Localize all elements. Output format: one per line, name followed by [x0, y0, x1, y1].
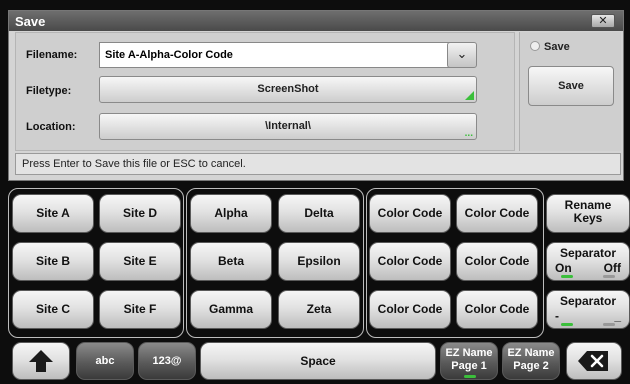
key-site-e[interactable]: Site E	[99, 242, 181, 281]
key-color-code-3[interactable]: Color Code	[369, 242, 451, 281]
chevron-down-icon: ⌄	[456, 46, 468, 61]
ez-page1-line1: EZ Name	[445, 347, 493, 359]
key-color-code-4[interactable]: Color Code	[456, 242, 538, 281]
key-site-b[interactable]: Site B	[12, 242, 94, 281]
numeric-label: 123@	[152, 355, 182, 367]
key-beta[interactable]: Beta	[190, 242, 272, 281]
save-dialog: Save ✕ Filename: Site A-Alpha-Color Code…	[8, 10, 624, 181]
ez-page1-line2: Page 1	[451, 360, 487, 372]
location-button[interactable]: \Internal\ ...	[99, 113, 477, 140]
filename-dropdown-button[interactable]: ⌄	[447, 42, 477, 68]
ez-name-page-1-button[interactable]: EZ Name Page 1	[440, 342, 498, 380]
filetype-value: ScreenShot	[257, 83, 319, 95]
key-site-a[interactable]: Site A	[12, 194, 94, 233]
numeric-symbol-button[interactable]: 123@	[138, 342, 196, 380]
key-alpha[interactable]: Alpha	[190, 194, 272, 233]
ez-page2-line1: EZ Name	[507, 347, 555, 359]
separator-toggle-button[interactable]: Separator On Off	[546, 242, 630, 281]
corner-indicator-icon	[465, 91, 474, 100]
save-checkbox-label: Save	[544, 41, 570, 53]
location-label: Location:	[26, 121, 76, 133]
form-panel: Filename: Site A-Alpha-Color Code ⌄ File…	[15, 32, 515, 151]
ez-page2-line2: Page 2	[513, 360, 549, 372]
save-side-panel: Save Save	[519, 32, 621, 151]
filetype-label: Filetype:	[26, 85, 72, 97]
separator-off-label: Off	[603, 261, 621, 275]
separator-on-indicator	[561, 275, 573, 278]
status-bar: Press Enter to Save this file or ESC to …	[15, 153, 621, 175]
separator-underscore-label: _	[614, 309, 621, 323]
rename-keys-line2: Keys	[573, 211, 603, 225]
close-icon: ✕	[598, 15, 608, 27]
separator-char-options: - _	[547, 310, 629, 323]
filetype-button[interactable]: ScreenShot	[99, 76, 477, 103]
backspace-button[interactable]	[566, 342, 622, 380]
key-gamma[interactable]: Gamma	[190, 290, 272, 329]
close-button[interactable]: ✕	[591, 14, 615, 28]
dialog-titlebar: Save ✕	[9, 11, 623, 31]
space-label: Space	[300, 354, 336, 368]
abc-button[interactable]: abc	[76, 342, 134, 380]
key-epsilon[interactable]: Epsilon	[278, 242, 360, 281]
filename-input[interactable]: Site A-Alpha-Color Code	[99, 42, 463, 68]
ez-page1-indicator	[464, 375, 476, 378]
key-zeta[interactable]: Zeta	[278, 290, 360, 329]
location-value: \Internal\	[265, 120, 311, 132]
key-delta[interactable]: Delta	[278, 194, 360, 233]
separator-dash-label: -	[555, 309, 559, 323]
separator-options: On Off	[547, 262, 629, 275]
backspace-icon	[578, 351, 608, 371]
separator-off-indicator	[603, 275, 615, 278]
separator-title: Separator	[559, 246, 617, 260]
key-color-code-1[interactable]: Color Code	[369, 194, 451, 233]
key-site-f[interactable]: Site F	[99, 290, 181, 329]
shift-arrow-icon	[29, 350, 53, 372]
separator-underscore-indicator	[603, 323, 615, 326]
more-dots-icon: ...	[464, 128, 473, 139]
key-color-code-2[interactable]: Color Code	[456, 194, 538, 233]
key-site-c[interactable]: Site C	[12, 290, 94, 329]
rename-keys-button[interactable]: Rename Keys	[546, 194, 630, 233]
abc-label: abc	[95, 355, 115, 367]
separator-char-button[interactable]: Separator - _	[546, 290, 630, 329]
checkbox-icon	[530, 41, 540, 51]
filename-label: Filename:	[26, 49, 78, 61]
key-color-code-5[interactable]: Color Code	[369, 290, 451, 329]
key-site-d[interactable]: Site D	[99, 194, 181, 233]
space-button[interactable]: Space	[200, 342, 436, 380]
shift-button[interactable]	[12, 342, 70, 380]
save-checkbox[interactable]: Save	[530, 41, 570, 53]
key-color-code-6[interactable]: Color Code	[456, 290, 538, 329]
separator-on-label: On	[555, 261, 572, 275]
separator-dash-indicator	[561, 323, 573, 326]
separator-char-title: Separator	[559, 294, 617, 308]
save-button[interactable]: Save	[528, 66, 614, 106]
dialog-title: Save	[15, 14, 46, 29]
ez-name-page-2-button[interactable]: EZ Name Page 2	[502, 342, 560, 380]
